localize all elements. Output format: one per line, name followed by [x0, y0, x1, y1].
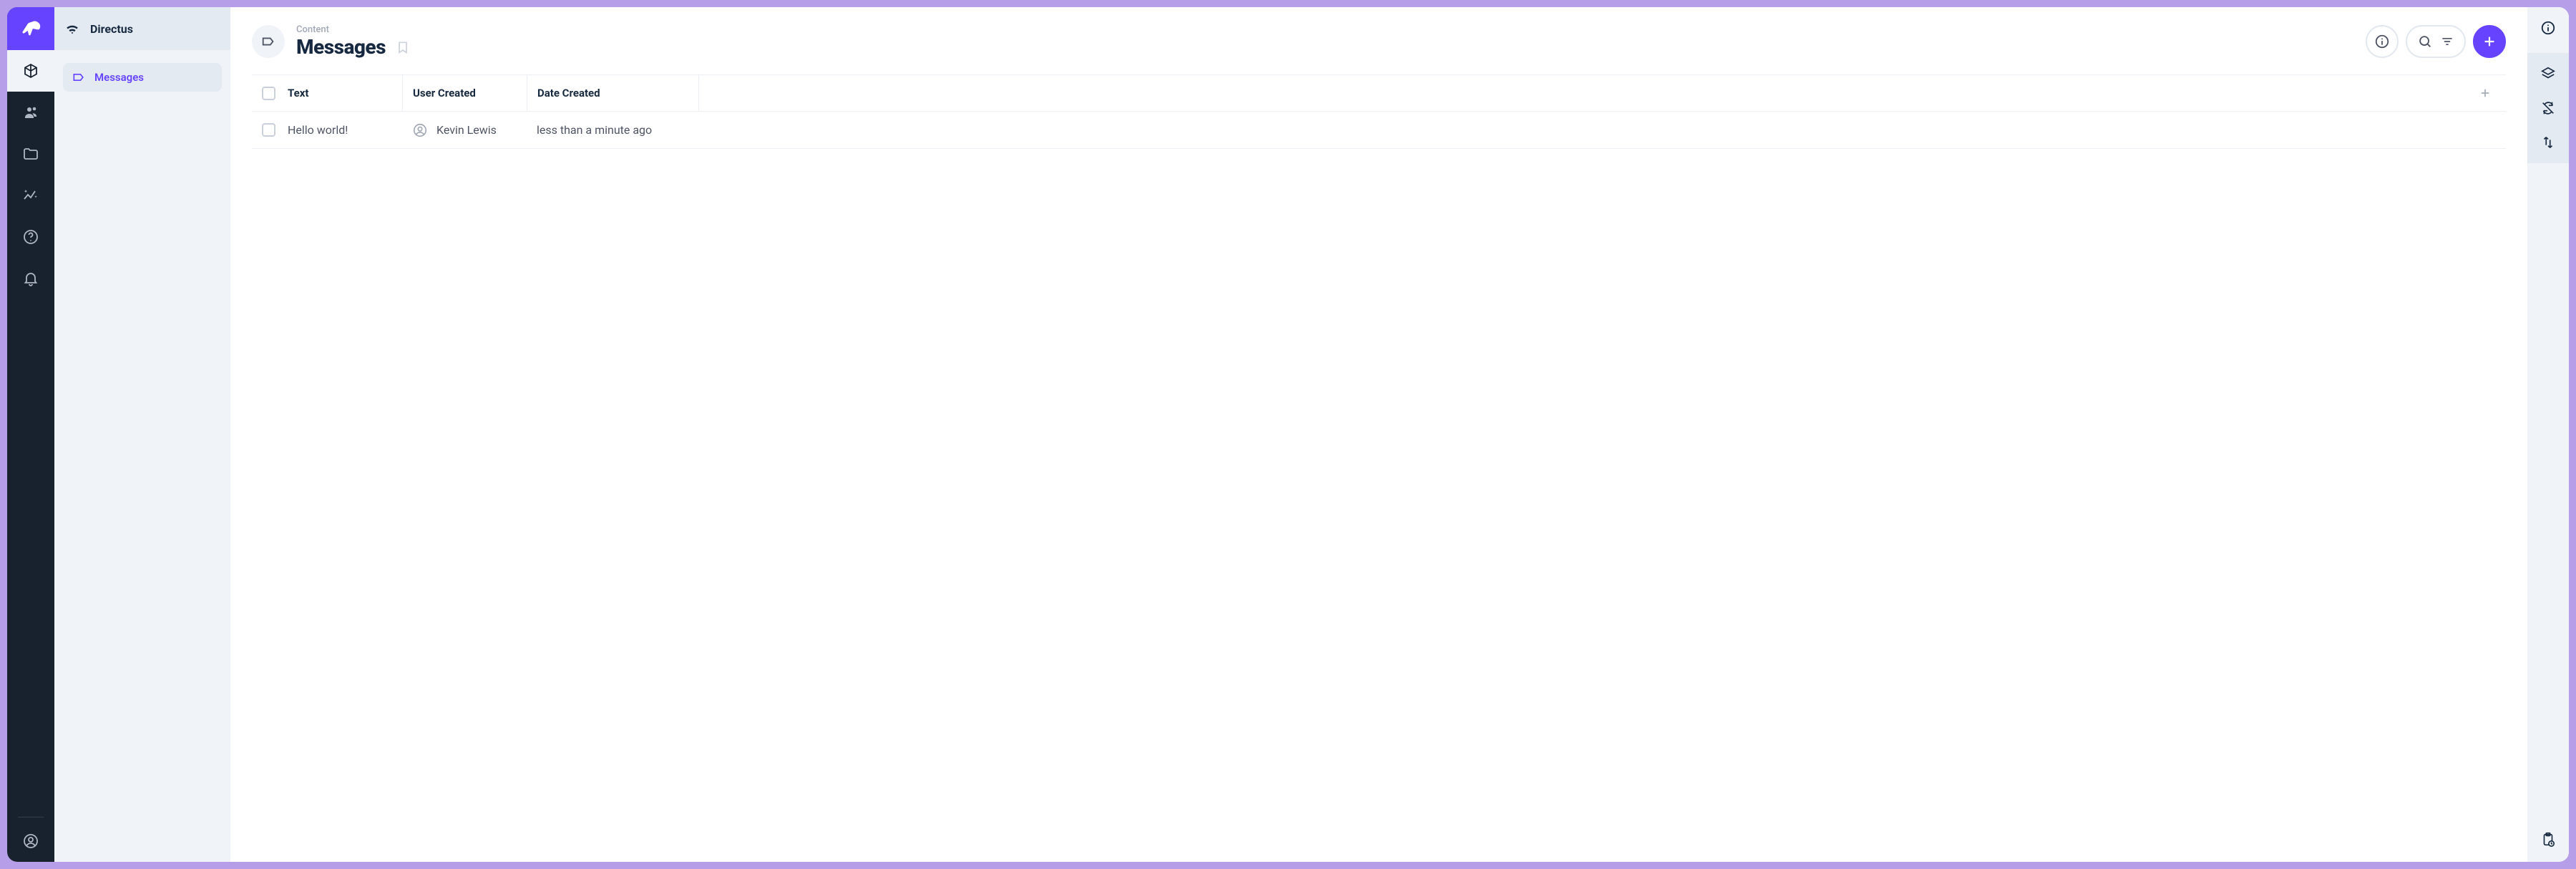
- layers-icon: [2540, 66, 2556, 82]
- module-insights[interactable]: [7, 175, 54, 216]
- swap-vert-icon: [2540, 135, 2556, 150]
- table-header: Text User Created Date Created: [252, 74, 2506, 112]
- search-icon: [2417, 34, 2433, 49]
- sidebar-import-export-button[interactable]: [2527, 135, 2569, 150]
- select-all-checkbox[interactable]: [262, 87, 275, 100]
- navigation-column: Directus Messages: [54, 7, 230, 862]
- app-frame: Directus Messages Content Messages: [7, 7, 2569, 862]
- column-header-date-created[interactable]: Date Created: [527, 75, 698, 111]
- page-header-titles: Content Messages: [296, 24, 410, 59]
- project-header[interactable]: Directus: [54, 7, 230, 50]
- plus-small-icon: [2479, 87, 2492, 99]
- search-filter-button[interactable]: [2406, 25, 2466, 58]
- nav-body: Messages: [54, 50, 230, 105]
- plus-icon: [2482, 34, 2497, 49]
- cell-date: less than a minute ago: [527, 123, 698, 137]
- module-account[interactable]: [7, 820, 54, 862]
- module-docs[interactable]: [7, 216, 54, 258]
- help-icon: [22, 228, 39, 246]
- user-circle-icon: [412, 122, 428, 138]
- cell-text: Hello world!: [288, 123, 402, 137]
- users-icon: [22, 104, 39, 121]
- collection-icon-wrap: [252, 25, 285, 58]
- wifi-icon: [64, 21, 80, 37]
- project-name: Directus: [90, 22, 133, 36]
- column-header-text[interactable]: Text: [288, 87, 402, 99]
- account-icon: [22, 832, 39, 850]
- sidebar-info-button[interactable]: [2527, 20, 2569, 36]
- clipboard-clock-icon: [2540, 832, 2556, 848]
- bookmark-button[interactable]: [396, 39, 410, 55]
- main-content: Content Messages: [230, 7, 2527, 862]
- sidebar-activity-button[interactable]: [2527, 832, 2569, 862]
- data-table: Text User Created Date Created Hello wor…: [230, 74, 2527, 149]
- sidebar-item-messages[interactable]: Messages: [63, 63, 222, 92]
- folder-icon: [22, 145, 39, 162]
- sidebar-sync-off-button[interactable]: [2527, 100, 2569, 116]
- user-name: Kevin Lewis: [436, 123, 497, 137]
- breadcrumb[interactable]: Content: [296, 24, 410, 35]
- label-icon: [72, 70, 86, 84]
- module-notifications[interactable]: [7, 258, 54, 299]
- module-files[interactable]: [7, 133, 54, 175]
- bell-icon: [22, 270, 39, 287]
- column-header-spacer: [698, 75, 2474, 111]
- bookmark-icon: [396, 39, 410, 55]
- sync-off-icon: [2540, 100, 2556, 116]
- info-icon: [2374, 34, 2390, 49]
- avatar-placeholder: [412, 122, 428, 138]
- column-header-user-created[interactable]: User Created: [402, 75, 527, 111]
- sidebar-group: [2527, 53, 2569, 163]
- cell-user: Kevin Lewis: [412, 122, 517, 138]
- header-actions: [2366, 25, 2506, 58]
- module-content[interactable]: [7, 50, 54, 92]
- project-logo[interactable]: [7, 7, 54, 50]
- info-button[interactable]: [2366, 25, 2399, 58]
- create-button[interactable]: [2473, 25, 2506, 58]
- page-title: Messages: [296, 35, 386, 59]
- add-column-button[interactable]: [2474, 87, 2506, 99]
- module-rail: [7, 7, 54, 862]
- right-rail: [2527, 7, 2569, 862]
- filter-icon: [2440, 34, 2454, 49]
- row-checkbox[interactable]: [262, 123, 275, 137]
- rabbit-icon: [19, 16, 43, 41]
- module-users[interactable]: [7, 92, 54, 133]
- label-outline-icon: [260, 34, 276, 49]
- page-header: Content Messages: [230, 7, 2527, 74]
- cube-icon: [22, 62, 39, 79]
- info-icon: [2540, 20, 2556, 36]
- sidebar-layers-button[interactable]: [2527, 66, 2569, 82]
- table-row[interactable]: Hello world! Kevin Lewis less than a min…: [252, 112, 2506, 149]
- insights-icon: [22, 187, 39, 204]
- sidebar-item-label: Messages: [94, 71, 144, 84]
